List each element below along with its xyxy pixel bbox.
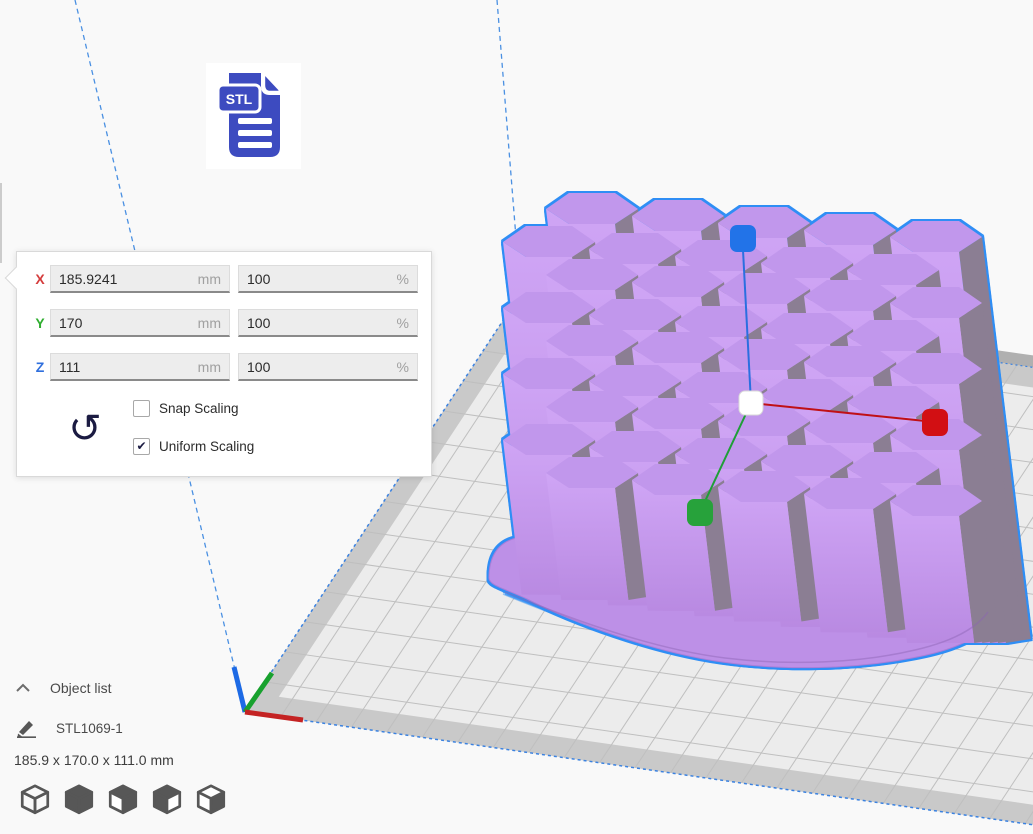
object-list-title: Object list	[50, 680, 111, 696]
scale-z-mm-value: 111	[59, 359, 80, 375]
view-right-button[interactable]	[192, 784, 229, 818]
object-dimensions: 185.9 x 170.0 x 111.0 mm	[14, 752, 174, 768]
cube-3d-icon	[18, 784, 52, 816]
model-stl1069-1[interactable]	[489, 193, 1031, 668]
pencil-icon	[16, 718, 38, 738]
snap-scaling-row: Snap Scaling	[133, 398, 239, 418]
axis-label-x: X	[30, 265, 50, 293]
stl-document-icon: STL	[216, 69, 292, 163]
scale-z-percent-unit: %	[397, 359, 409, 375]
uniform-scaling-checkbox[interactable]: ✔	[133, 438, 150, 455]
camera-view-toolbar	[16, 784, 229, 818]
stl-file-thumbnail: STL	[206, 63, 301, 169]
uniform-scaling-row: ✔ Uniform Scaling	[133, 436, 254, 456]
scale-tool-panel: X 185.9241 mm 100 % Y 170 mm 100 % Z 111…	[16, 251, 432, 477]
scale-y-mm-unit: mm	[198, 315, 221, 331]
cube-right-face-icon	[150, 784, 184, 816]
scale-row-y: Y 170 mm 100 %	[17, 309, 431, 338]
object-list-header[interactable]: Object list	[14, 680, 111, 696]
axis-label-y: Y	[30, 309, 50, 337]
chevron-up-icon	[14, 682, 32, 694]
snap-scaling-checkbox[interactable]	[133, 400, 150, 417]
build-volume-left-edge	[0, 183, 2, 263]
scale-z-percent-input[interactable]: 100 %	[238, 353, 418, 381]
scale-y-percent-input[interactable]: 100 %	[238, 309, 418, 337]
view-3d-button[interactable]	[16, 784, 53, 818]
view-top-button[interactable]	[104, 784, 141, 818]
cube-left-face-icon	[106, 784, 140, 816]
scale-y-mm-value: 170	[59, 315, 82, 331]
scale-row-z: Z 111 mm 100 %	[17, 353, 431, 382]
scale-row-x: X 185.9241 mm 100 %	[17, 265, 431, 294]
cube-solid-icon	[62, 784, 96, 816]
scale-x-percent-value: 100	[247, 271, 270, 287]
view-left-button[interactable]	[148, 784, 185, 818]
view-front-button[interactable]	[60, 784, 97, 818]
slicer-app-window: { "scale_panel": { "rows": [ { "axis": "…	[0, 0, 1033, 834]
scale-y-percent-unit: %	[397, 315, 409, 331]
scale-x-percent-unit: %	[397, 271, 409, 287]
reset-scale-button[interactable]: ↺	[63, 406, 107, 452]
scale-handle-y[interactable]	[687, 499, 713, 526]
move-handle-center[interactable]	[739, 391, 763, 415]
scale-y-percent-value: 100	[247, 315, 270, 331]
scale-z-mm-input[interactable]: 111 mm	[50, 353, 230, 381]
axis-label-z: Z	[30, 353, 50, 381]
reset-icon: ↺	[68, 406, 102, 452]
scale-handle-x[interactable]	[922, 409, 948, 436]
scale-z-percent-value: 100	[247, 359, 270, 375]
scale-y-mm-input[interactable]: 170 mm	[50, 309, 230, 337]
object-list-item[interactable]: STL1069-1	[16, 718, 123, 738]
object-item-name: STL1069-1	[56, 721, 123, 736]
scale-z-mm-unit: mm	[198, 359, 221, 375]
stl-badge-text: STL	[225, 91, 252, 107]
scale-x-mm-unit: mm	[198, 271, 221, 287]
scale-x-mm-value: 185.9241	[59, 271, 117, 287]
cube-top-face-icon	[194, 784, 228, 816]
uniform-scaling-checkmark: ✔	[136, 440, 146, 452]
scale-x-mm-input[interactable]: 185.9241 mm	[50, 265, 230, 293]
snap-scaling-label: Snap Scaling	[159, 401, 239, 416]
scale-handle-z[interactable]	[730, 225, 756, 252]
scale-x-percent-input[interactable]: 100 %	[238, 265, 418, 293]
uniform-scaling-label: Uniform Scaling	[159, 439, 254, 454]
